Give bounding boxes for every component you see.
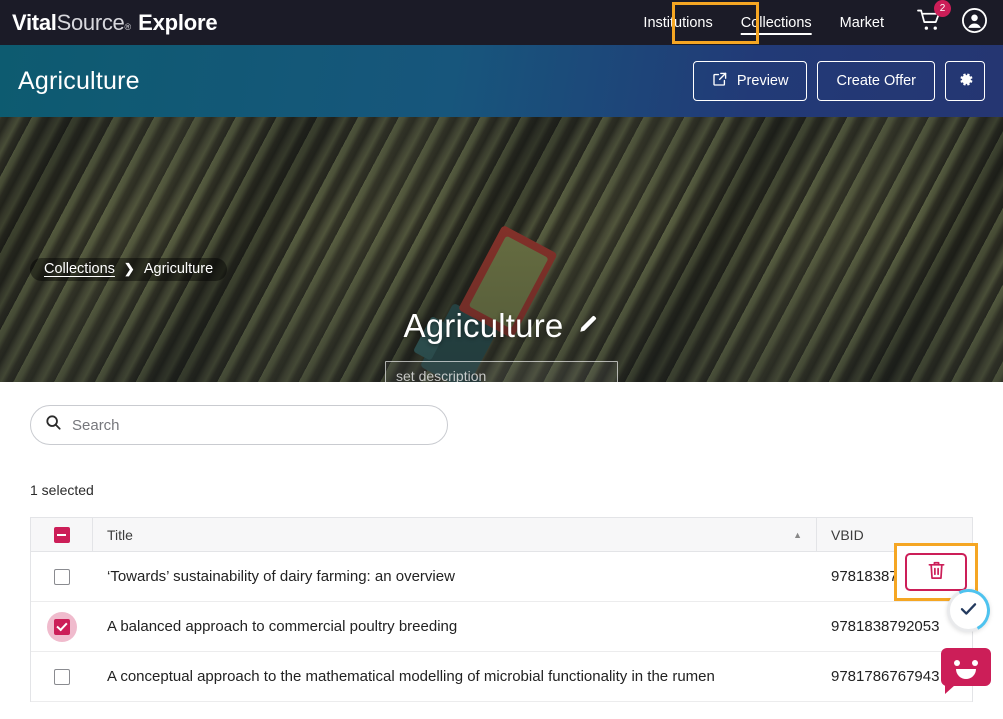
- row-checkbox[interactable]: [54, 568, 70, 585]
- collection-hero-banner: Collections ❯ Agriculture Agriculture Pr…: [0, 117, 1003, 382]
- column-header-title-label: Title: [107, 526, 133, 543]
- row-select-cell: [31, 552, 93, 601]
- row-checkbox-halo: [47, 611, 77, 642]
- create-offer-button-label: Create Offer: [836, 73, 916, 89]
- external-link-icon: [712, 71, 728, 91]
- preview-button[interactable]: Preview: [692, 61, 808, 101]
- chat-feedback-button[interactable]: [941, 648, 991, 694]
- breadcrumb-current: Agriculture: [143, 261, 214, 277]
- pencil-icon[interactable]: [577, 313, 599, 340]
- hero-title-group: Agriculture: [0, 307, 1003, 382]
- delete-selected-button[interactable]: [905, 553, 967, 591]
- brand-logo[interactable]: Vital Source ® Explore: [12, 9, 218, 36]
- row-title: ‘Towards’ sustainability of dairy farmin…: [107, 568, 455, 585]
- row-title: A conceptual approach to the mathematica…: [107, 668, 715, 685]
- brand-vital-text: Vital: [12, 9, 57, 35]
- column-header-title[interactable]: Title ▲: [93, 518, 817, 551]
- select-all-cell: [31, 518, 93, 551]
- cart-button[interactable]: 2: [898, 0, 955, 37]
- nav-link-market[interactable]: Market: [826, 15, 898, 31]
- collection-action-bar: Agriculture Preview Create Offer: [0, 45, 1003, 117]
- table-header-row: Title ▲ VBID: [31, 518, 972, 552]
- nav-item-collections-wrap: Collections: [727, 0, 826, 45]
- collection-title-header: Agriculture: [18, 66, 140, 95]
- page-title: Agriculture: [403, 307, 564, 344]
- top-navigation-bar: Vital Source ® Explore Institutions Collect…: [0, 0, 1003, 45]
- preview-button-label: Preview: [736, 73, 789, 89]
- row-checkbox[interactable]: [54, 668, 70, 685]
- cart-badge-count: 2: [934, 0, 951, 17]
- chat-mouth-icon: [956, 669, 976, 679]
- titles-table: Title ▲ VBID ‘Towards’ sustainability of…: [30, 517, 973, 702]
- progress-check-button[interactable]: [941, 583, 996, 638]
- table-row[interactable]: A conceptual approach to the mathematica…: [31, 652, 972, 702]
- select-all-checkbox[interactable]: [53, 526, 70, 543]
- brand-explore-text: Explore: [138, 9, 218, 35]
- row-select-cell: [31, 652, 93, 701]
- account-button[interactable]: [955, 7, 1003, 39]
- row-checkbox[interactable]: [54, 618, 70, 635]
- table-row[interactable]: A balanced approach to commercial poultr…: [31, 602, 972, 652]
- search-input[interactable]: [72, 416, 433, 434]
- search-bar[interactable]: [30, 405, 448, 445]
- sort-ascending-icon: ▲: [793, 529, 802, 540]
- row-select-cell: [31, 602, 93, 651]
- nav-item-market-wrap: Market: [826, 0, 898, 45]
- breadcrumb-link-collections[interactable]: Collections: [44, 261, 115, 277]
- hero-title-row: Agriculture: [404, 307, 600, 345]
- create-offer-button[interactable]: Create Offer: [817, 61, 935, 101]
- gear-icon: [956, 70, 975, 92]
- breadcrumb: Collections ❯ Agriculture: [30, 258, 228, 281]
- chat-eye-right-icon: [972, 660, 978, 666]
- top-nav-right-group: Institutions Collections Market 2: [629, 0, 1003, 45]
- table-toolbar: 1 selected: [30, 479, 973, 501]
- main-content: 1 selected Title ▲ VBID: [0, 405, 1003, 702]
- brand-source-text: Source: [56, 9, 125, 35]
- nav-link-institutions[interactable]: Institutions: [629, 15, 726, 31]
- settings-button[interactable]: [945, 61, 985, 101]
- description-input[interactable]: [385, 361, 618, 382]
- search-icon: [45, 414, 62, 436]
- row-title: A balanced approach to commercial poultr…: [107, 618, 458, 635]
- nav-item-institutions-wrap: Institutions: [629, 0, 726, 45]
- selected-count-label: 1 selected: [30, 482, 94, 498]
- account-circle-icon: [961, 7, 988, 39]
- nav-link-collections[interactable]: Collections: [727, 15, 826, 31]
- column-header-vbid-label: VBID: [831, 526, 864, 543]
- collection-actions-group: Preview Create Offer: [692, 61, 985, 101]
- trash-icon: [927, 560, 946, 584]
- breadcrumb-separator-icon: ❯: [123, 261, 135, 276]
- table-row[interactable]: ‘Towards’ sustainability of dairy farmin…: [31, 552, 972, 602]
- chat-eye-left-icon: [954, 660, 960, 666]
- brand-registered-mark: ®: [124, 21, 132, 32]
